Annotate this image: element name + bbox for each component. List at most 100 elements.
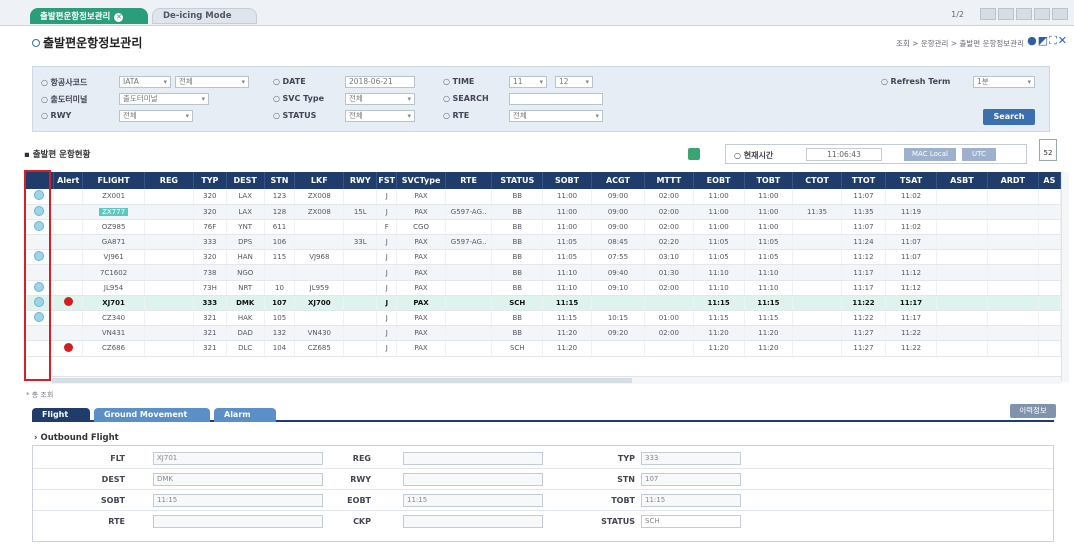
- search-input[interactable]: [509, 93, 603, 105]
- tab-alarm[interactable]: Alarm: [214, 408, 276, 422]
- rwy-select[interactable]: 전체: [119, 110, 193, 122]
- tobt-field[interactable]: 11:15: [641, 494, 741, 507]
- vertical-scrollbar[interactable]: [1061, 172, 1069, 382]
- column-header[interactable]: EOBT: [693, 172, 745, 189]
- column-header[interactable]: AS: [1038, 172, 1062, 189]
- cell-value: 11:00: [556, 192, 578, 201]
- column-header[interactable]: RTE: [445, 172, 493, 189]
- rwy-field[interactable]: [403, 473, 543, 486]
- reg-field[interactable]: [403, 452, 543, 465]
- tab-deicing-mode[interactable]: De-icing Mode: [152, 8, 257, 24]
- column-header[interactable]: REG: [144, 172, 194, 189]
- flt-field[interactable]: XJ701: [153, 452, 323, 465]
- sobt-field[interactable]: 11:15: [153, 494, 323, 507]
- next-page-icon[interactable]: [1016, 8, 1032, 20]
- search-button[interactable]: Search: [983, 109, 1035, 125]
- table-cell-lkf: [294, 234, 345, 251]
- history-button[interactable]: 이력정보: [1010, 404, 1056, 418]
- table-row[interactable]: XJ701 333 DMK 107 XJ700 J PAX SCH 11:15 11:15 11:1…: [24, 295, 1062, 312]
- table-cell-acgt: [591, 340, 645, 357]
- popup-icon[interactable]: ◩: [1038, 34, 1049, 47]
- column-header[interactable]: SOBT: [542, 172, 592, 189]
- column-header[interactable]: STN: [264, 172, 296, 189]
- column-header[interactable]: MTTT: [644, 172, 694, 189]
- close-window-icon[interactable]: [1052, 8, 1068, 20]
- close-icon[interactable]: ✕: [1058, 34, 1068, 47]
- table-cell-mttt: 03:10: [644, 249, 694, 266]
- column-header[interactable]: ASBT: [936, 172, 988, 189]
- table-row[interactable]: CZ686 321 DLC 104 CZ685 J PAX SCH 11:20 11:20 11:2…: [24, 340, 1062, 357]
- cell-value: J: [385, 283, 388, 292]
- stn-field[interactable]: 107: [641, 473, 741, 486]
- rte-field[interactable]: [153, 515, 323, 528]
- dest-field[interactable]: DMK: [153, 473, 323, 486]
- horizontal-scrollbar[interactable]: [52, 376, 1061, 384]
- help-icon[interactable]: ●: [1027, 34, 1038, 47]
- mac-local-button[interactable]: MAC Local: [904, 148, 956, 161]
- rte-select[interactable]: 전체: [509, 110, 603, 122]
- date-input[interactable]: 2018-06-21: [345, 76, 415, 88]
- ckp-field[interactable]: [403, 515, 543, 528]
- table-row[interactable]: VN431 321 DAD 132 VN430 J PAX BB 11:20 09:20 02:00…: [24, 325, 1062, 342]
- cell-value: YNT: [238, 222, 253, 231]
- time-to-select[interactable]: 12: [555, 76, 593, 88]
- table-row[interactable]: ZX001 320 LAX 123 ZX008 J PAX BB 11:00 09:00 02:00…: [24, 189, 1062, 205]
- airline-code-select[interactable]: 전체: [175, 76, 249, 88]
- fullscreen-icon[interactable]: ⛶: [1049, 34, 1058, 47]
- airline-type-select[interactable]: IATA: [119, 76, 171, 88]
- cell-value: DAD: [237, 329, 253, 338]
- table-row[interactable]: VJ961 320 HAN 115 VJ968 J PAX BB 11:05 07:55 03:10…: [24, 249, 1062, 266]
- column-header[interactable]: RWY: [343, 172, 378, 189]
- window-controls: [980, 8, 1068, 20]
- close-icon[interactable]: ✕: [114, 13, 124, 22]
- column-header[interactable]: ARDT: [987, 172, 1039, 189]
- tab-label: De-icing Mode: [163, 11, 232, 21]
- eobt-field[interactable]: 11:15: [403, 494, 543, 507]
- calendar-icon[interactable]: 52: [1039, 139, 1057, 161]
- tab-flight[interactable]: Flight: [32, 408, 90, 422]
- column-header[interactable]: FLIGHT: [82, 172, 146, 189]
- table-cell-flight: GA871: [82, 234, 146, 251]
- scroll-thumb[interactable]: [52, 378, 632, 383]
- table-row[interactable]: CZ340 321 HAK 105 J PAX BB 11:15 10:15 01:00 11:15…: [24, 310, 1062, 327]
- time-from-select[interactable]: 11: [509, 76, 547, 88]
- utc-button[interactable]: UTC: [962, 148, 996, 161]
- table-cell-tsat: 11:07: [885, 234, 937, 251]
- refresh-term-select[interactable]: 1분: [973, 76, 1035, 88]
- tab-departure-info[interactable]: 출발편운항정보관리 ✕: [30, 8, 148, 24]
- status-select[interactable]: SCH: [641, 515, 741, 528]
- table-cell-status: BB: [491, 189, 544, 205]
- table-cell-fst: J: [376, 340, 398, 357]
- table-cell-tobt: 11:05: [744, 234, 794, 251]
- column-header[interactable]: TSAT: [885, 172, 937, 189]
- table-row[interactable]: ZX777 320 LAX 128 ZX008 15L J PAX G597-AG.. BB 11:…: [24, 204, 1062, 220]
- prev-page-icon[interactable]: [998, 8, 1014, 20]
- table-cell-sobt: 11:15: [542, 310, 592, 327]
- tab-ground-movement[interactable]: Ground Movement: [94, 408, 210, 422]
- column-header[interactable]: DEST: [226, 172, 265, 189]
- column-header[interactable]: CTOT: [792, 172, 842, 189]
- column-header[interactable]: LKF: [294, 172, 345, 189]
- table-row[interactable]: JL954 73H NRT 10 JL959 J PAX BB 11:10 09:10 02:00 1…: [24, 280, 1062, 296]
- column-header[interactable]: FST: [376, 172, 398, 189]
- typ-field[interactable]: 333: [641, 452, 741, 465]
- column-header[interactable]: ACGT: [591, 172, 645, 189]
- table-row[interactable]: OZ985 76F YNT 611 F CGO BB 11:00 09:00 02:00 11:00…: [24, 219, 1062, 236]
- column-header[interactable]: Alert: [53, 172, 84, 189]
- svc-type-select[interactable]: 전체: [345, 93, 415, 105]
- cell-value: PAX: [414, 207, 428, 216]
- first-page-icon[interactable]: [980, 8, 996, 20]
- status-select[interactable]: 전체: [345, 110, 415, 122]
- table-row[interactable]: 7C1602 738 NGO J PAX BB 11:10 09:40 01:30 11:10 11…: [24, 264, 1062, 281]
- column-header[interactable]: TTOT: [841, 172, 887, 189]
- table-row[interactable]: GA871 333 DPS 106 33L J PAX G597-AG.. BB 11:05 08:…: [24, 234, 1062, 251]
- column-header[interactable]: TYP: [193, 172, 227, 189]
- excel-export-icon[interactable]: [688, 148, 700, 160]
- column-header[interactable]: STATUS: [491, 172, 544, 189]
- terminal-select[interactable]: 출도터미널: [119, 93, 209, 105]
- last-page-icon[interactable]: [1034, 8, 1050, 20]
- cell-value: LAX: [238, 207, 253, 216]
- column-header[interactable]: TOBT: [744, 172, 794, 189]
- column-header[interactable]: SVCType: [396, 172, 446, 189]
- table-cell-rte: [445, 310, 493, 327]
